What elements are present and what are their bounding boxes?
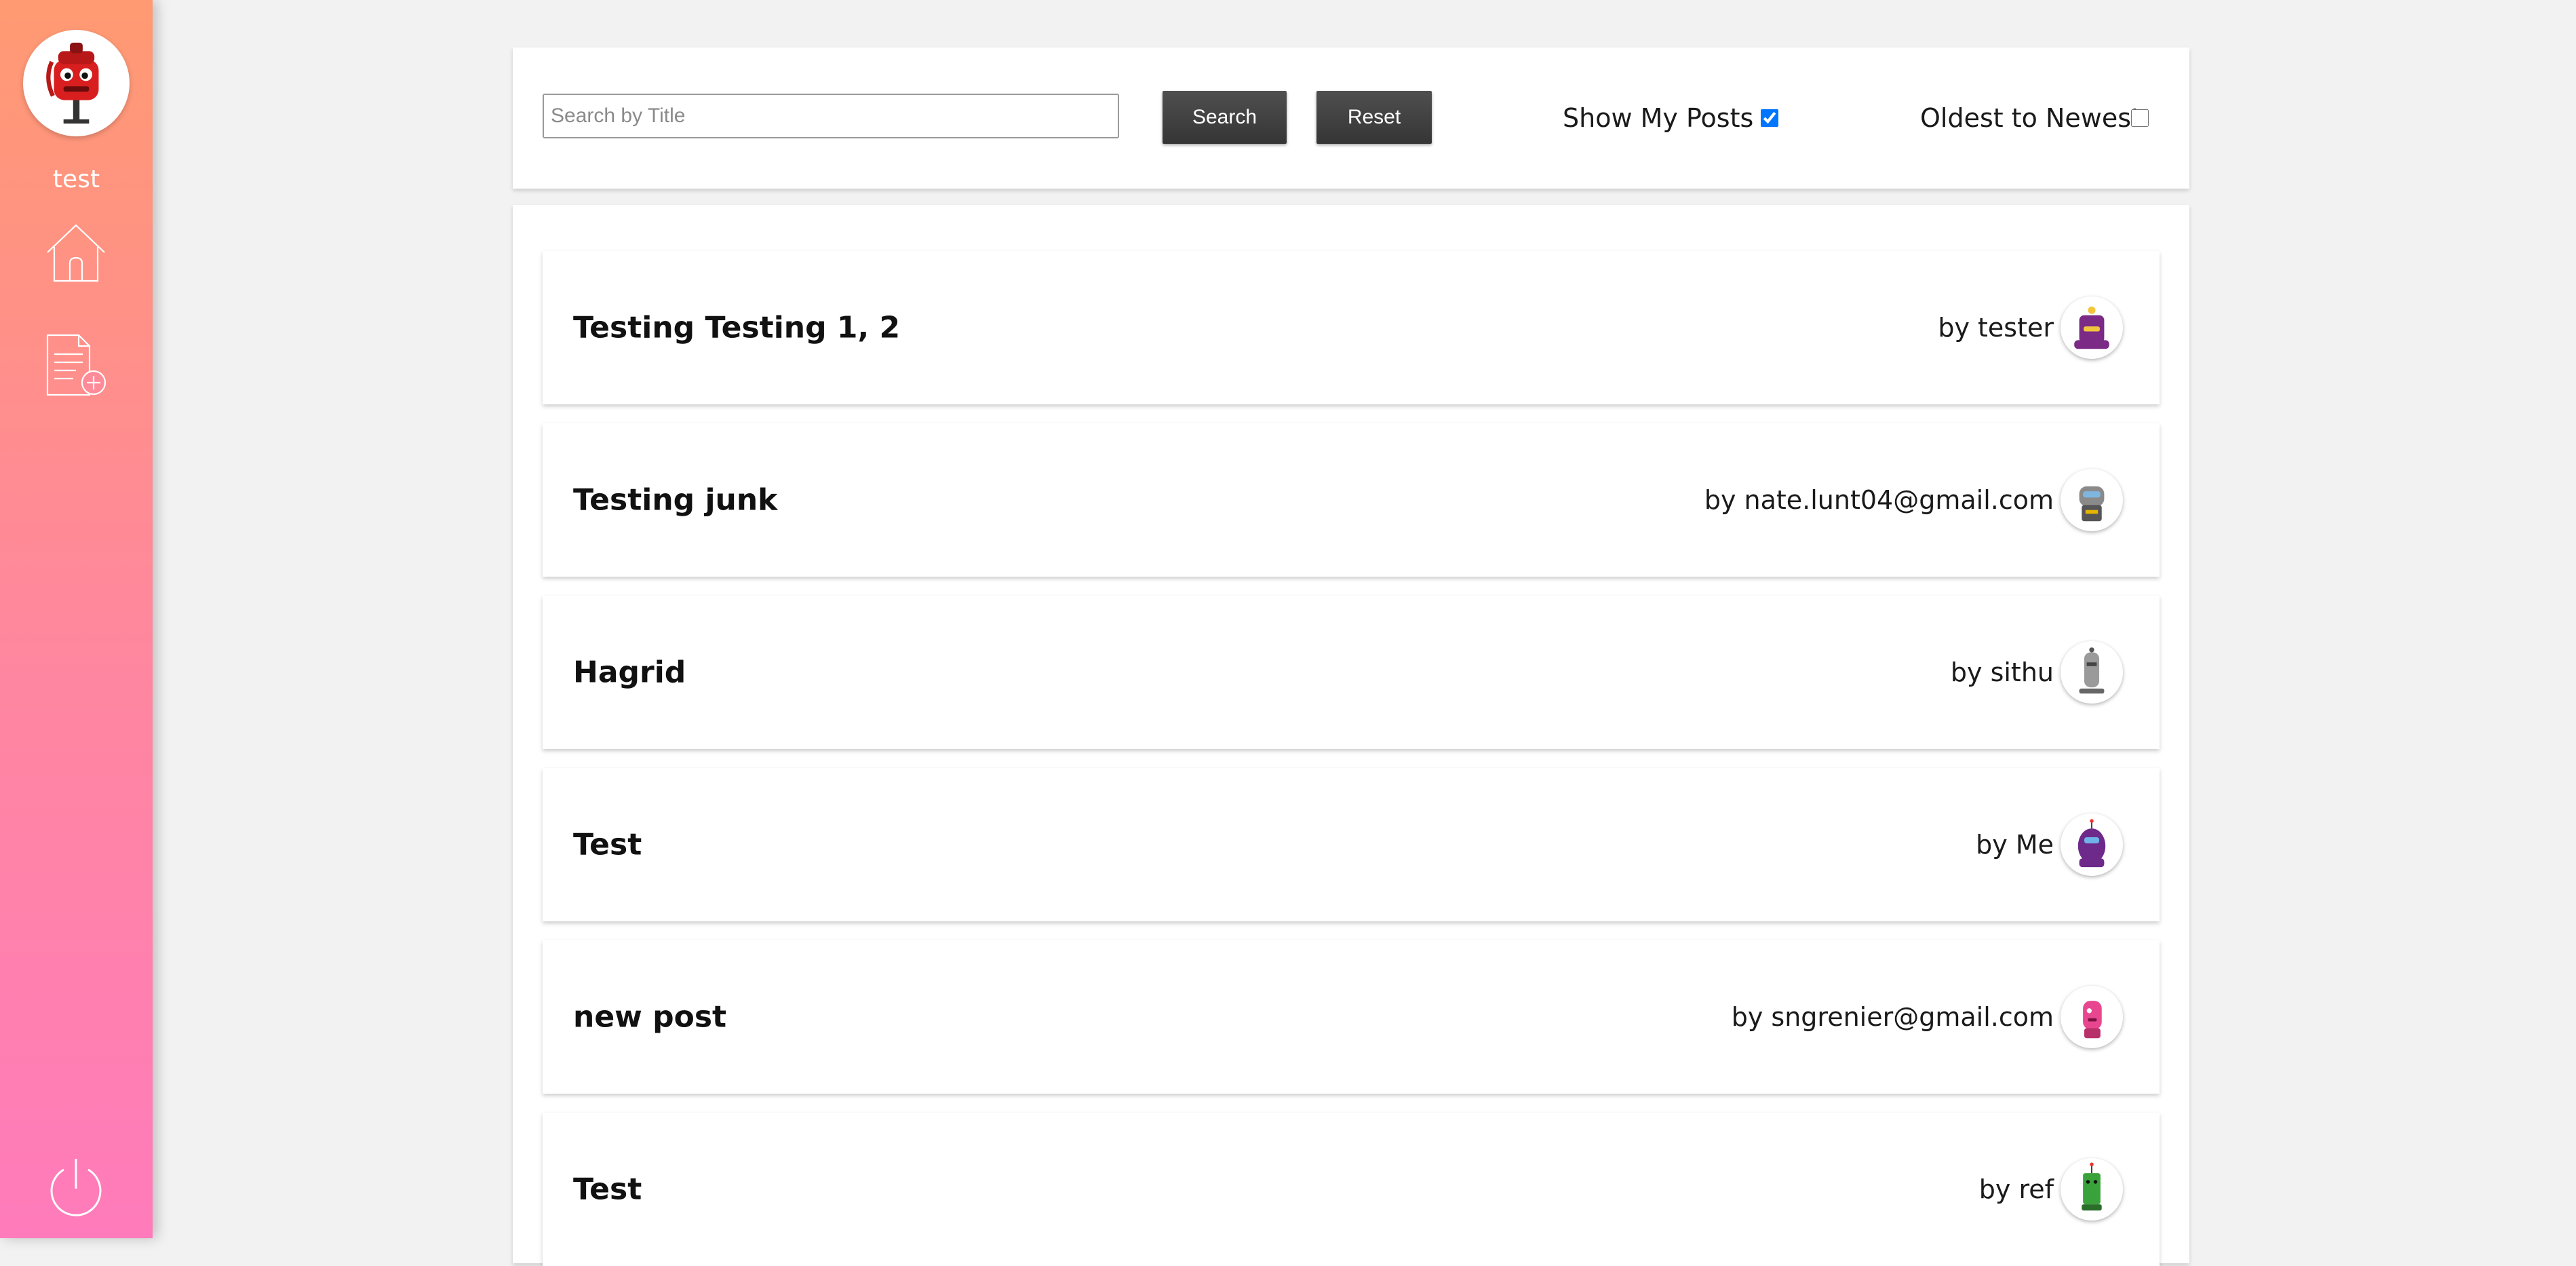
post-title: Test	[573, 827, 642, 862]
post-author: by ref	[1978, 1174, 2054, 1204]
user-avatar[interactable]	[23, 30, 130, 136]
red-robot-avatar-icon	[46, 42, 99, 124]
post-card[interactable]: Testing junk by nate.lunt04@gmail.com	[543, 423, 2160, 577]
robot-avatar-icon	[2077, 819, 2106, 868]
author-avatar	[2061, 641, 2123, 704]
post-card[interactable]: Test by ref	[543, 1113, 2160, 1266]
reset-button[interactable]: Reset	[1316, 91, 1432, 144]
post-title: Testing junk	[573, 482, 778, 518]
post-list: Testing Testing 1, 2 by tester Testing j…	[513, 205, 2189, 1266]
post-card[interactable]: Test by Me	[543, 768, 2160, 921]
post-author: by Me	[1976, 830, 2054, 860]
search-input[interactable]	[543, 94, 1119, 138]
post-title: Test	[573, 1172, 642, 1207]
post-title: Testing Testing 1, 2	[573, 310, 901, 345]
new-post-icon[interactable]	[42, 331, 110, 399]
show-my-posts-label: Show My Posts	[1563, 103, 1754, 133]
post-title: new post	[573, 999, 727, 1035]
post-author: by tester	[1938, 313, 2054, 343]
robot-avatar-icon	[2082, 1162, 2102, 1211]
author-avatar	[2061, 1158, 2123, 1221]
oldest-to-newest-checkbox[interactable]	[2131, 109, 2149, 127]
author-avatar	[2061, 296, 2123, 359]
robot-avatar-icon	[2074, 306, 2109, 349]
robot-avatar-icon	[2079, 647, 2105, 694]
post-author: by nate.lunt04@gmail.com	[1704, 485, 2054, 515]
post-card[interactable]: new post by sngrenier@gmail.com	[543, 940, 2160, 1094]
post-title: Hagrid	[573, 655, 686, 690]
post-author: by sngrenier@gmail.com	[1731, 1002, 2054, 1032]
robot-avatar-icon	[2079, 486, 2105, 522]
home-icon[interactable]	[42, 218, 110, 286]
author-avatar	[2061, 813, 2123, 876]
show-my-posts-checkbox[interactable]	[1761, 109, 1778, 127]
author-avatar	[2061, 469, 2123, 531]
post-author: by sithu	[1950, 657, 2054, 687]
oldest-to-newest-label: Oldest to Newest	[1920, 103, 2141, 133]
username: test	[52, 166, 100, 193]
sidebar: test	[0, 0, 153, 1238]
author-avatar	[2061, 986, 2123, 1048]
filter-toolbar: Search Reset Show My Posts Oldest to New…	[513, 47, 2189, 189]
search-button[interactable]: Search	[1163, 91, 1287, 144]
robot-avatar-icon	[2083, 1001, 2102, 1039]
post-card[interactable]: Testing Testing 1, 2 by tester	[543, 251, 2160, 404]
power-icon[interactable]	[42, 1155, 110, 1223]
post-card[interactable]: Hagrid by sithu	[543, 596, 2160, 749]
